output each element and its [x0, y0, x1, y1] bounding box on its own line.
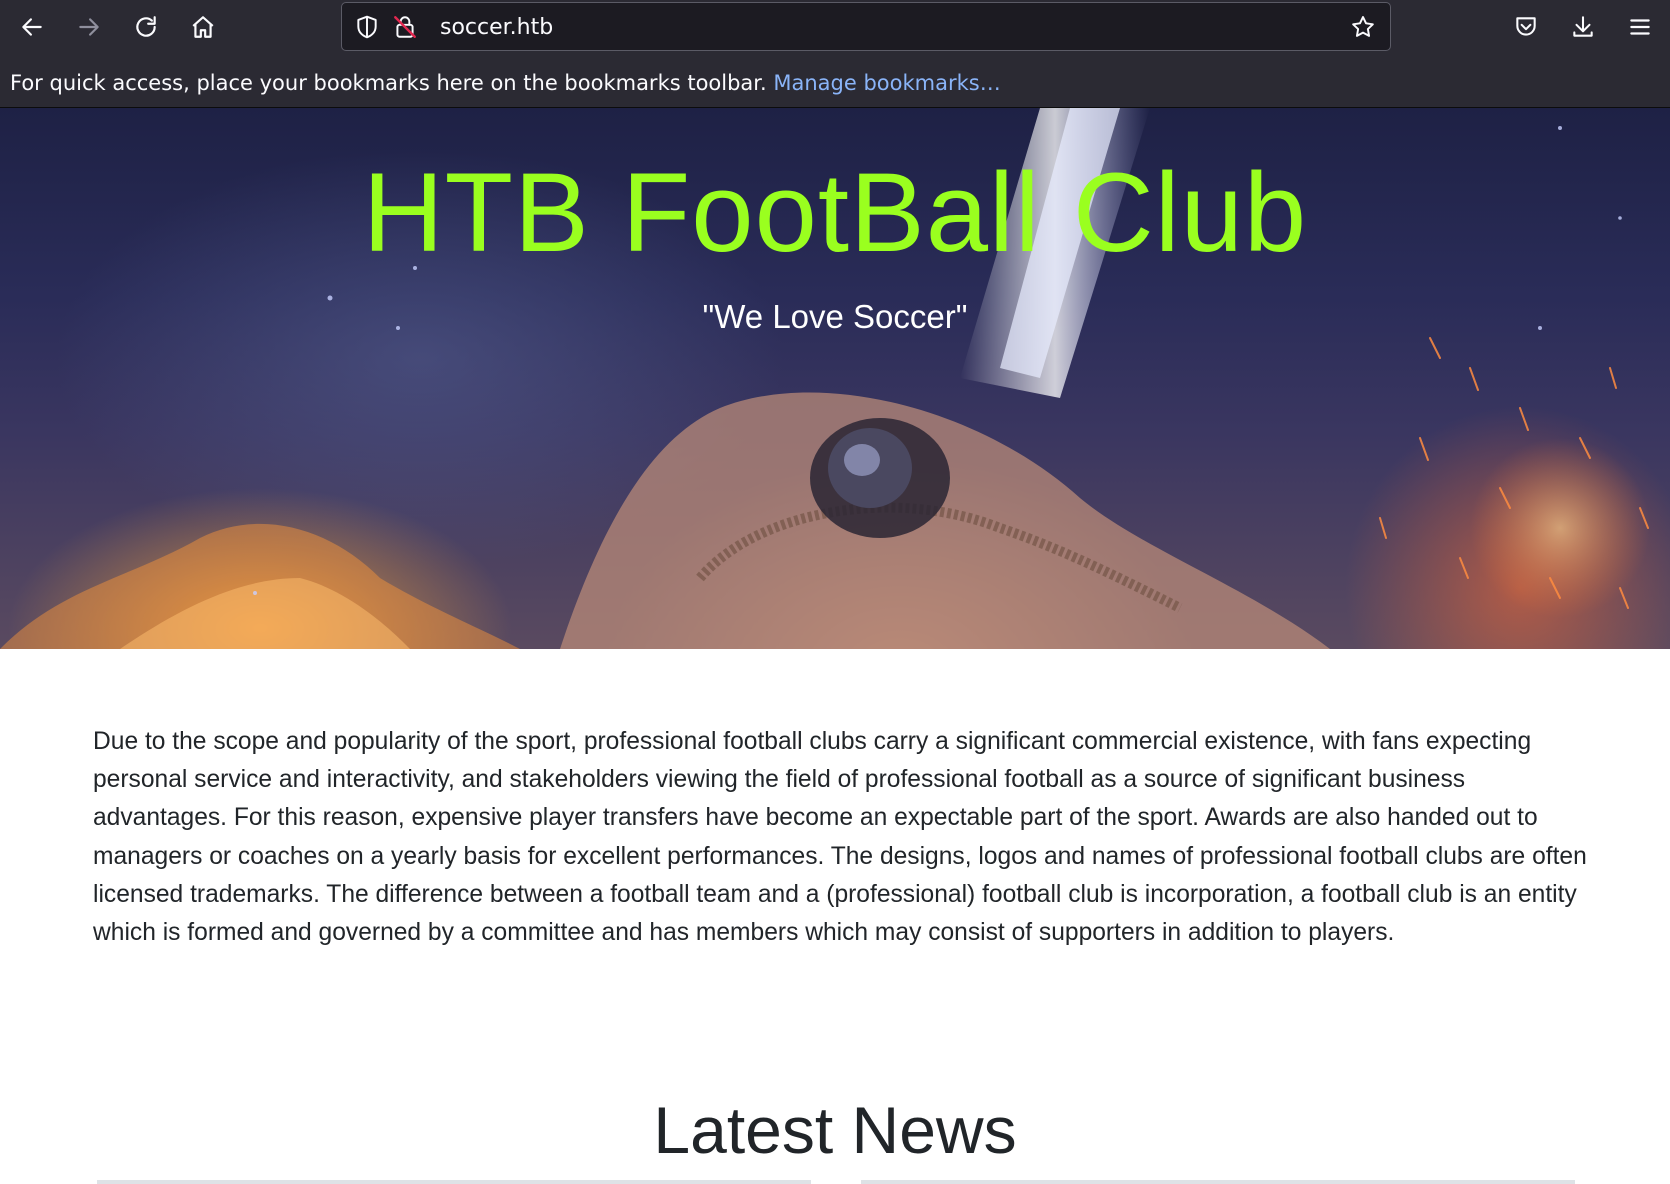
back-button[interactable]: [11, 6, 53, 48]
bookmark-star-icon[interactable]: [1350, 14, 1376, 40]
bookmarks-toolbar-message: For quick access, place your bookmarks h…: [10, 71, 767, 95]
bookmarks-toolbar: For quick access, place your bookmarks h…: [0, 53, 1670, 108]
latest-news-heading: Latest News: [653, 1093, 1017, 1167]
forward-icon: [79, 18, 99, 36]
downloads-button[interactable]: [1562, 6, 1604, 48]
home-icon: [192, 16, 214, 38]
site-tagline: "We Love Soccer": [702, 298, 968, 335]
home-button[interactable]: [182, 6, 224, 48]
intro-paragraph: Due to the scope and popularity of the s…: [93, 728, 1587, 947]
address-bar[interactable]: soccer.htb: [341, 2, 1391, 51]
reload-icon: [136, 16, 156, 37]
hero-banner: HTB FootBall Club "We Love Soccer": [0, 108, 1670, 649]
menu-icon: [1630, 19, 1650, 35]
pocket-icon: [1516, 17, 1536, 36]
menu-button[interactable]: [1619, 6, 1661, 48]
insecure-lock-icon[interactable]: [392, 14, 418, 40]
news-card[interactable]: [861, 1180, 1575, 1184]
site-title: HTB FootBall Club: [362, 150, 1308, 275]
back-icon: [22, 18, 42, 36]
manage-bookmarks-link[interactable]: Manage bookmarks…: [773, 71, 1000, 95]
pocket-button[interactable]: [1505, 6, 1547, 48]
downloads-icon: [1573, 16, 1593, 37]
forward-button[interactable]: [68, 6, 110, 48]
reload-button[interactable]: [125, 6, 167, 48]
browser-toolbar: soccer.htb: [0, 0, 1670, 53]
news-card[interactable]: [97, 1180, 811, 1184]
shield-icon[interactable]: [354, 14, 380, 40]
url-text[interactable]: soccer.htb: [440, 3, 553, 52]
